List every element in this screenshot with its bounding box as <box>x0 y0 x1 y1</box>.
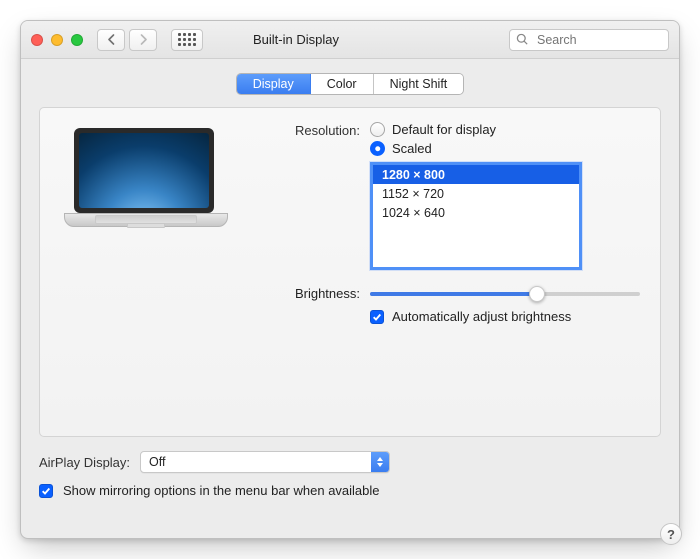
search-icon <box>516 33 529 46</box>
mirroring-label: Show mirroring options in the menu bar w… <box>63 483 380 498</box>
zoom-window-button[interactable] <box>71 34 83 46</box>
resolution-label: Resolution: <box>256 122 360 156</box>
radio-scaled-label: Scaled <box>392 141 432 156</box>
display-panel: Resolution: Default for display Scaled <box>39 107 661 437</box>
check-icon <box>372 312 382 322</box>
resolution-default-option[interactable]: Default for display <box>370 122 496 137</box>
select-arrows-icon <box>371 452 389 472</box>
airplay-select-value: Off <box>149 455 165 469</box>
window-title: Built-in Display <box>91 32 501 47</box>
resolution-option[interactable]: 1024 × 640 <box>373 203 579 222</box>
resolution-option[interactable]: 1280 × 800 <box>373 165 579 184</box>
below-panel: AirPlay Display: Off Show mirroring opti… <box>39 451 661 498</box>
preferences-window: Built-in Display Display Color Night Shi… <box>20 20 680 539</box>
window-controls <box>31 34 83 46</box>
help-button[interactable]: ? <box>660 523 680 539</box>
brightness-slider-thumb[interactable] <box>529 286 545 302</box>
display-settings: Resolution: Default for display Scaled <box>256 122 646 324</box>
radio-default[interactable] <box>370 122 385 137</box>
resolution-list[interactable]: 1280 × 800 1152 × 720 1024 × 640 <box>370 162 582 270</box>
search-field[interactable] <box>509 29 669 51</box>
brightness-label: Brightness: <box>256 286 360 301</box>
tab-color[interactable]: Color <box>311 74 374 94</box>
titlebar: Built-in Display <box>21 21 679 59</box>
auto-brightness-label: Automatically adjust brightness <box>392 309 571 324</box>
resolution-scaled-option[interactable]: Scaled <box>370 141 496 156</box>
mirroring-checkbox[interactable] <box>39 484 53 498</box>
resolution-option[interactable]: 1152 × 720 <box>373 184 579 203</box>
airplay-label: AirPlay Display: <box>39 455 130 470</box>
brightness-slider-fill <box>370 292 537 296</box>
tab-display[interactable]: Display <box>237 74 311 94</box>
mirroring-row[interactable]: Show mirroring options in the menu bar w… <box>39 483 661 498</box>
brightness-slider[interactable] <box>370 292 640 296</box>
radio-scaled[interactable] <box>370 141 385 156</box>
auto-brightness-row[interactable]: Automatically adjust brightness <box>370 309 646 324</box>
minimize-window-button[interactable] <box>51 34 63 46</box>
search-input[interactable] <box>535 32 662 48</box>
tab-bar: Display Color Night Shift <box>39 73 661 95</box>
airplay-select[interactable]: Off <box>140 451 390 473</box>
check-icon <box>41 486 51 496</box>
tab-night-shift[interactable]: Night Shift <box>374 74 464 94</box>
laptop-icon <box>64 128 224 213</box>
segmented-control: Display Color Night Shift <box>236 73 465 95</box>
window-body: Display Color Night Shift Resolution: <box>21 59 679 538</box>
radio-default-label: Default for display <box>392 122 496 137</box>
display-preview <box>54 122 234 324</box>
auto-brightness-checkbox[interactable] <box>370 310 384 324</box>
close-window-button[interactable] <box>31 34 43 46</box>
